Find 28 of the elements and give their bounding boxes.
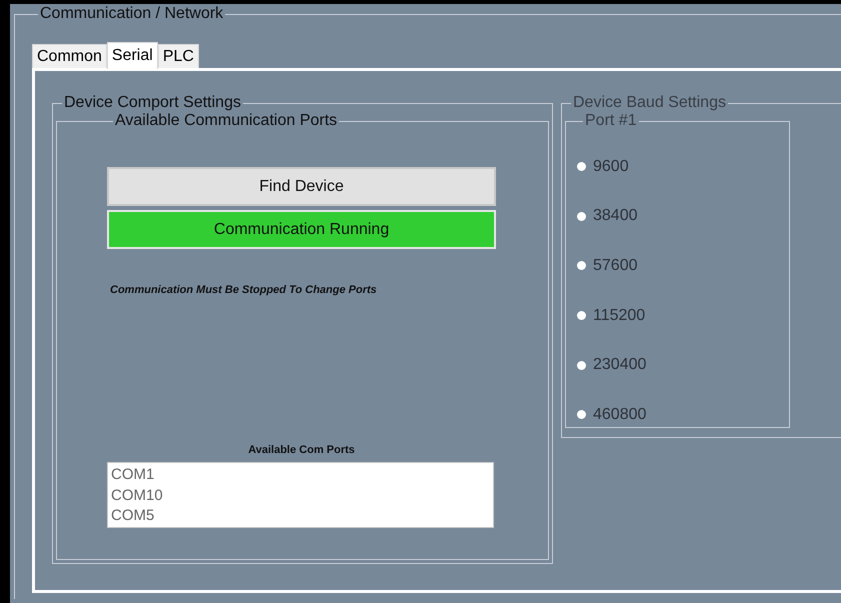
group-title: Device Baud Settings: [572, 94, 727, 112]
warning-note: Communication Must Be Stopped To Change Ports: [110, 284, 378, 296]
port-list[interactable]: COM1 COM10 COM5: [107, 462, 494, 528]
radio-label: 38400: [593, 207, 638, 226]
list-item[interactable]: COM1: [111, 465, 490, 486]
radio-button[interactable]: [577, 162, 586, 172]
list-item[interactable]: COM10: [111, 486, 490, 506]
find-device-button[interactable]: Find Device: [107, 167, 496, 206]
list-item[interactable]: COM5: [111, 506, 490, 526]
group-title: Port #1: [584, 112, 638, 130]
tab[interactable]: Common: [32, 44, 107, 68]
group-title: Communication / Network: [39, 5, 224, 23]
radio-label: 57600: [593, 256, 638, 275]
radio-label: 460800: [593, 406, 646, 424]
status-button[interactable]: Communication Running: [107, 210, 496, 249]
radio-button[interactable]: [577, 410, 586, 420]
tab[interactable]: Serial: [106, 42, 158, 69]
radio-label: 9600: [593, 158, 629, 176]
radio-button[interactable]: [577, 261, 586, 270]
group-title: Device Comport Settings: [63, 94, 242, 112]
radio-button[interactable]: [577, 212, 586, 221]
radio-button[interactable]: [577, 311, 586, 320]
tab[interactable]: PLC: [158, 44, 199, 68]
radio-label: 115200: [593, 306, 646, 325]
list-label: Available Com Ports: [247, 444, 356, 456]
radio-button[interactable]: [577, 360, 586, 370]
group-title: Available Communication Ports: [114, 112, 338, 130]
radio-label: 230400: [593, 356, 646, 374]
